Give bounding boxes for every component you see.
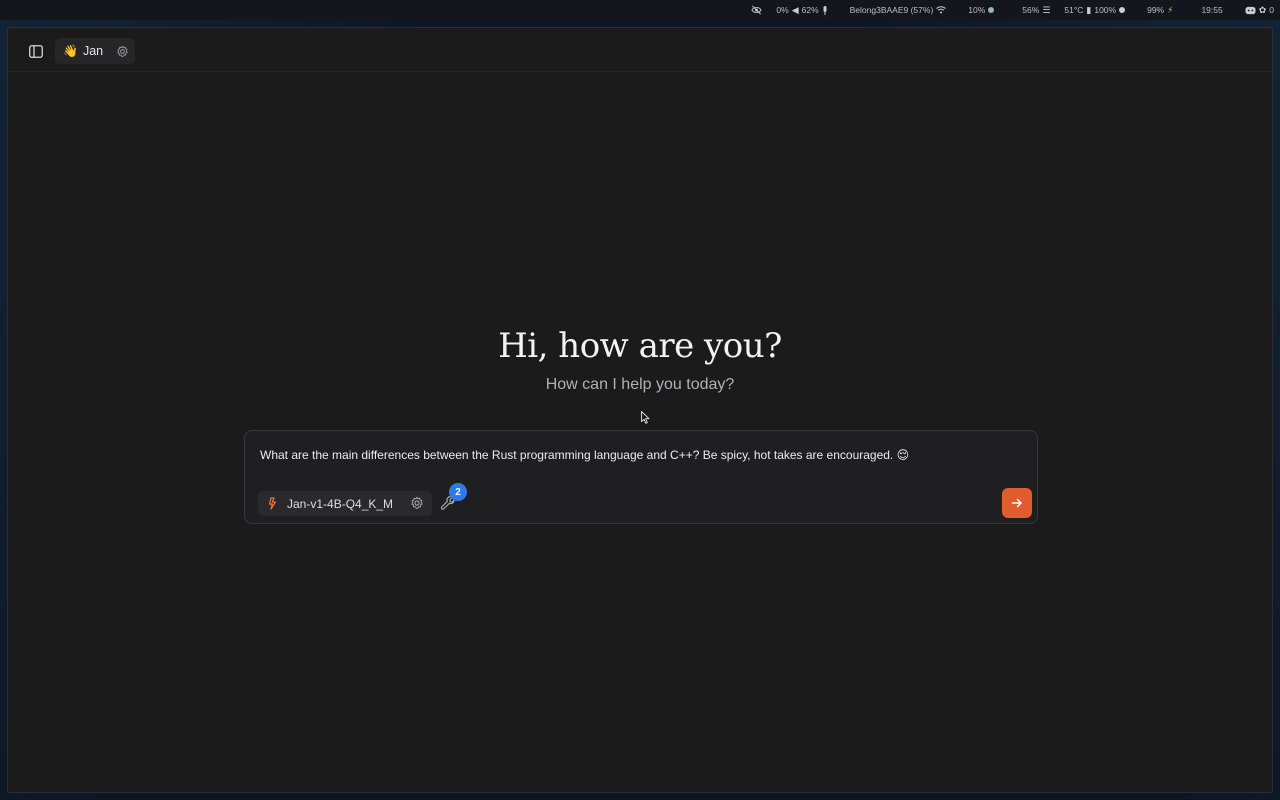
sidebar-toggle-button[interactable] bbox=[27, 42, 45, 60]
model-provider-icon bbox=[268, 497, 277, 510]
send-button[interactable] bbox=[1002, 488, 1032, 518]
clock[interactable]: 19:55 bbox=[1201, 5, 1222, 15]
gpu-value: 10% bbox=[968, 5, 986, 15]
greeting-subtitle: How can I help you today? bbox=[545, 376, 735, 393]
clock-time: 19:55 bbox=[1201, 5, 1223, 15]
gpu-indicator[interactable]: 10% bbox=[968, 5, 995, 15]
assistant-selector[interactable]: 👋 Jan bbox=[55, 38, 135, 64]
temperature-value: 51°C bbox=[1064, 5, 1084, 15]
memory-indicator[interactable]: 56% ☰ bbox=[1022, 5, 1050, 15]
brightness-value: 100% bbox=[1094, 5, 1117, 15]
brightness-icon bbox=[1119, 7, 1126, 13]
visibility-indicator[interactable] bbox=[751, 5, 763, 15]
assistant-settings-button[interactable] bbox=[116, 45, 129, 58]
model-settings-button[interactable] bbox=[410, 496, 424, 513]
gear-icon bbox=[411, 496, 423, 509]
arrow-right-icon bbox=[1011, 498, 1022, 508]
memory-value: 56% bbox=[1022, 5, 1040, 15]
network-value: Belong3BAAE9 (57%) bbox=[849, 5, 934, 15]
greeting-title: Hi, how are you? bbox=[498, 326, 782, 366]
battery-indicator[interactable]: 99% ⚡ bbox=[1147, 5, 1173, 15]
mic-icon bbox=[823, 5, 827, 15]
tools-count-badge: 2 bbox=[449, 483, 467, 501]
tray-count: 0 bbox=[1269, 5, 1274, 15]
battery-value: 99% bbox=[1147, 5, 1165, 15]
cpu-value: 0% bbox=[776, 5, 789, 15]
app-window: 👋 Jan Hi, how are you? How can I help yo… bbox=[7, 27, 1273, 793]
chat-composer[interactable]: What are the main differences between th… bbox=[244, 430, 1038, 524]
system-status-bar: 0% ◀ 62% Belong3BAAE9 (57%) 10% 56% ☰ 51… bbox=[0, 0, 1280, 20]
battery-charging-icon: ⚡ bbox=[1167, 4, 1174, 15]
temperature-indicator[interactable]: 51°C ▮ 100% bbox=[1064, 4, 1126, 15]
top-bar: 👋 Jan bbox=[8, 28, 1272, 72]
tray-app-icon: ✿ bbox=[1258, 4, 1267, 15]
discord-icon bbox=[1245, 6, 1256, 14]
thermometer-icon: ▮ bbox=[1086, 4, 1092, 15]
speaker-icon: ◀ bbox=[791, 4, 799, 15]
gear-icon bbox=[117, 45, 128, 57]
memory-icon: ☰ bbox=[1042, 4, 1051, 15]
wifi-icon bbox=[936, 6, 947, 14]
assistant-name: Jan bbox=[82, 44, 104, 58]
gpu-icon bbox=[988, 7, 995, 13]
eye-off-icon bbox=[751, 5, 763, 15]
model-name: Jan-v1-4B-Q4_K_M bbox=[287, 496, 394, 511]
network-indicator[interactable]: Belong3BAAE9 (57%) bbox=[850, 5, 947, 15]
model-selector[interactable]: Jan-v1-4B-Q4_K_M bbox=[258, 491, 432, 516]
assistant-emoji: 👋 bbox=[63, 44, 78, 58]
cpu-indicator[interactable]: 0% ◀ 62% bbox=[776, 5, 827, 15]
mouse-cursor-icon bbox=[641, 411, 650, 424]
message-input[interactable]: What are the main differences between th… bbox=[260, 448, 1017, 462]
volume-value: 62% bbox=[801, 5, 819, 15]
tray[interactable]: ✿ 0 bbox=[1245, 5, 1274, 15]
sidebar-icon bbox=[29, 44, 43, 58]
